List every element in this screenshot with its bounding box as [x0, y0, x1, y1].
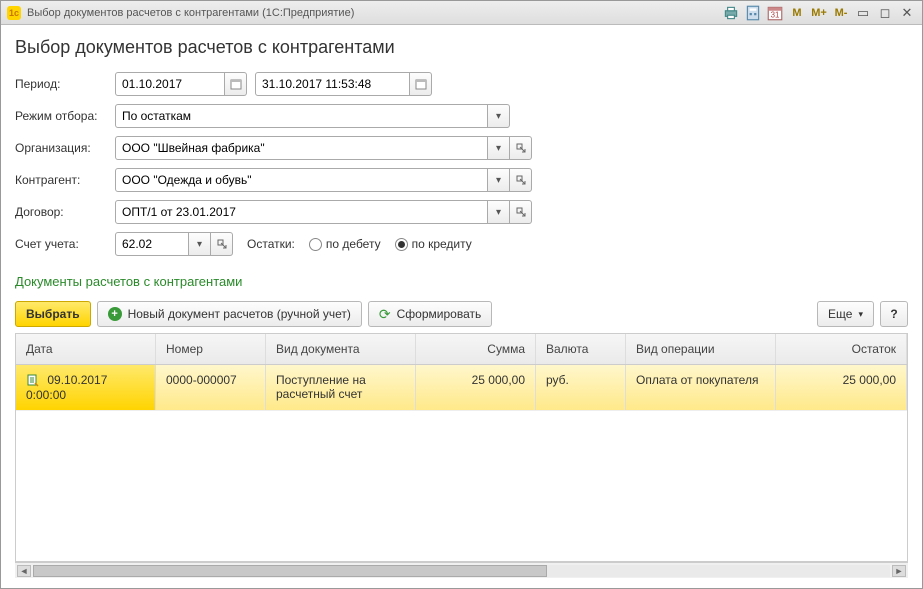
td-date: 09.10.2017 0:00:00: [16, 365, 156, 410]
generate-button[interactable]: ⟳ Сформировать: [368, 301, 492, 327]
contragent-open-icon[interactable]: [510, 168, 532, 192]
radio-debit[interactable]: по дебету: [309, 237, 381, 251]
calendar-to-icon[interactable]: [410, 72, 432, 96]
m-minus-button[interactable]: M-: [832, 4, 850, 22]
scroll-left-icon[interactable]: ◄: [17, 565, 31, 577]
main-window: 1c Выбор документов расчетов с контраген…: [0, 0, 923, 589]
calendar-from-icon[interactable]: [225, 72, 247, 96]
row-period: Период:: [15, 72, 908, 96]
scroll-right-icon[interactable]: ►: [892, 565, 906, 577]
table: Дата Номер Вид документа Сумма Валюта Ви…: [15, 333, 908, 562]
row-contract: Договор: ▾: [15, 200, 908, 224]
close-icon[interactable]: ✕: [898, 4, 916, 22]
m-button[interactable]: M: [788, 4, 806, 22]
calc-icon[interactable]: [744, 4, 762, 22]
plus-icon: +: [108, 307, 122, 321]
mode-label: Режим отбора:: [15, 109, 115, 123]
td-op-type: Оплата от покупателя: [626, 365, 776, 410]
account-open-icon[interactable]: [211, 232, 233, 256]
scroll-track[interactable]: [33, 565, 890, 577]
balance-radio-group: Остатки: по дебету по кредиту: [247, 237, 472, 251]
radio-credit-icon: [395, 238, 408, 251]
table-header: Дата Номер Вид документа Сумма Валюта Ви…: [16, 334, 907, 365]
org-open-icon[interactable]: [510, 136, 532, 160]
more-button[interactable]: Еще ▾: [817, 301, 874, 327]
m-plus-button[interactable]: M+: [810, 4, 828, 22]
contract-input[interactable]: [115, 200, 488, 224]
td-rest: 25 000,00: [776, 365, 907, 410]
row-org: Организация: ▾: [15, 136, 908, 160]
balance-label: Остатки:: [247, 237, 295, 251]
period-label: Период:: [15, 77, 115, 91]
row-account: Счет учета: ▾ Остатки: по дебету по кред…: [15, 232, 908, 256]
app-logo-icon: 1c: [7, 6, 21, 20]
section-title: Документы расчетов с контрагентами: [15, 274, 908, 289]
print-icon[interactable]: [722, 4, 740, 22]
td-number: 0000-000007: [156, 365, 266, 410]
select-button[interactable]: Выбрать: [15, 301, 91, 327]
account-input[interactable]: [115, 232, 189, 256]
radio-credit-label: по кредиту: [412, 237, 472, 251]
content: Выбор документов расчетов с контрагентам…: [1, 25, 922, 588]
refresh-icon: ⟳: [379, 306, 391, 323]
th-rest[interactable]: Остаток: [776, 334, 907, 364]
account-dropdown-icon[interactable]: ▾: [189, 232, 211, 256]
contragent-input[interactable]: [115, 168, 488, 192]
help-button[interactable]: ?: [880, 301, 908, 327]
th-sum[interactable]: Сумма: [416, 334, 536, 364]
page-title: Выбор документов расчетов с контрагентам…: [15, 37, 908, 58]
table-row[interactable]: 09.10.2017 0:00:00 0000-000007 Поступлен…: [16, 365, 907, 411]
window-title: Выбор документов расчетов с контрагентам…: [27, 7, 354, 19]
row-contragent: Контрагент: ▾: [15, 168, 908, 192]
mode-input[interactable]: [115, 104, 488, 128]
td-doc-type: Поступление на расчетный счет: [266, 365, 416, 410]
period-from-input[interactable]: [115, 72, 225, 96]
titlebar: 1c Выбор документов расчетов с контраген…: [1, 1, 922, 25]
minimize-icon[interactable]: ▭: [854, 4, 872, 22]
org-input[interactable]: [115, 136, 488, 160]
th-doc-type[interactable]: Вид документа: [266, 334, 416, 364]
th-op-type[interactable]: Вид операции: [626, 334, 776, 364]
calendar-icon[interactable]: 31: [766, 4, 784, 22]
org-label: Организация:: [15, 141, 115, 155]
contract-open-icon[interactable]: [510, 200, 532, 224]
svg-text:31: 31: [771, 10, 780, 19]
scroll-thumb[interactable]: [33, 565, 547, 577]
contract-label: Договор:: [15, 205, 115, 219]
new-doc-button[interactable]: + Новый документ расчетов (ручной учет): [97, 301, 362, 327]
radio-debit-label: по дебету: [326, 237, 381, 251]
table-body[interactable]: 09.10.2017 0:00:00 0000-000007 Поступлен…: [16, 365, 907, 561]
th-date[interactable]: Дата: [16, 334, 156, 364]
radio-debit-icon: [309, 238, 322, 251]
org-dropdown-icon[interactable]: ▾: [488, 136, 510, 160]
horizontal-scrollbar[interactable]: ◄ ►: [15, 562, 908, 578]
contract-dropdown-icon[interactable]: ▾: [488, 200, 510, 224]
td-currency: руб.: [536, 365, 626, 410]
chevron-down-icon: ▾: [858, 309, 863, 320]
toolbar: Выбрать + Новый документ расчетов (ручно…: [15, 295, 908, 333]
maximize-icon[interactable]: ◻: [876, 4, 894, 22]
contragent-dropdown-icon[interactable]: ▾: [488, 168, 510, 192]
account-label: Счет учета:: [15, 237, 115, 251]
td-sum: 25 000,00: [416, 365, 536, 410]
mode-dropdown-icon[interactable]: ▾: [488, 104, 510, 128]
th-currency[interactable]: Валюта: [536, 334, 626, 364]
row-mode: Режим отбора: ▾: [15, 104, 908, 128]
contragent-label: Контрагент:: [15, 173, 115, 187]
th-number[interactable]: Номер: [156, 334, 266, 364]
period-to-input[interactable]: [255, 72, 410, 96]
document-icon: [26, 374, 40, 388]
radio-credit[interactable]: по кредиту: [395, 237, 472, 251]
